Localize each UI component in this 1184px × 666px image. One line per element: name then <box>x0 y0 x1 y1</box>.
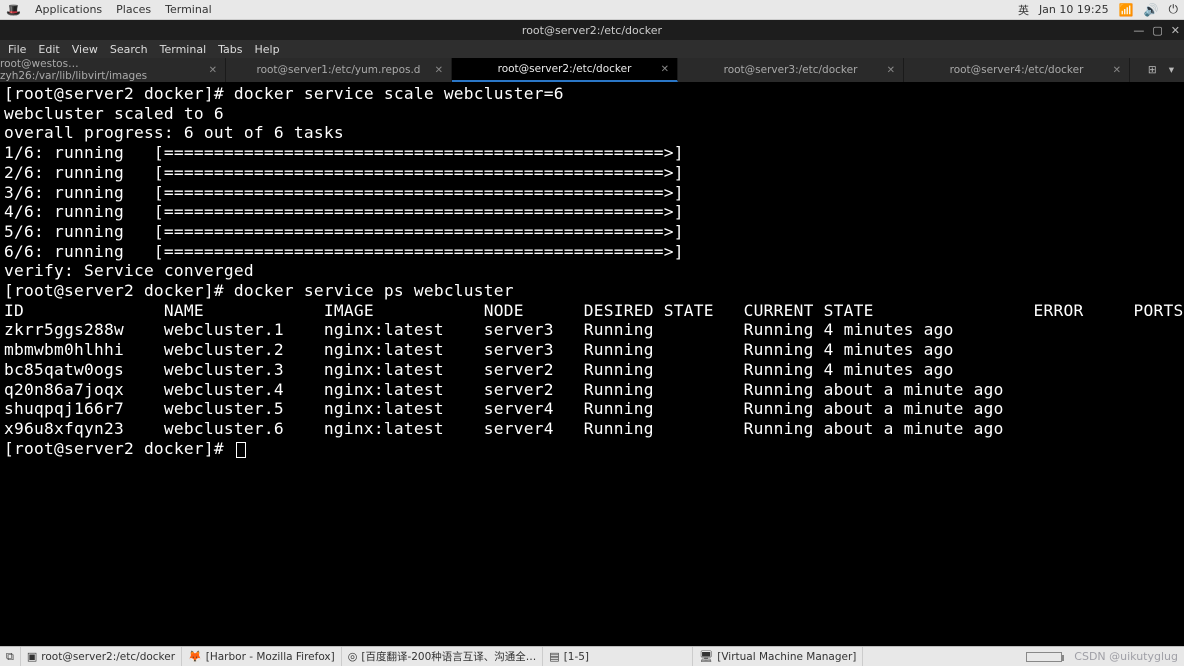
table-row: q20n86a7joqx webcluster.4 nginx:latest s… <box>4 380 1004 399</box>
output-line: 6/6: running [==========================… <box>4 242 694 261</box>
activities-icon[interactable]: 🎩 <box>6 3 21 17</box>
command: docker service ps webcluster <box>234 281 514 300</box>
close-icon[interactable]: ✕ <box>661 64 669 75</box>
desktop-icon: ⧉ <box>6 650 14 664</box>
close-icon[interactable]: ✕ <box>435 65 443 76</box>
terminal-icon: ▣ <box>27 650 37 663</box>
task-label: [Virtual Machine Manager] <box>717 651 856 663</box>
task-terminal[interactable]: ▣ root@server2:/etc/docker <box>21 647 182 666</box>
task-label: [百度翻译-200种语言互译、沟通全… <box>361 649 536 664</box>
menu-file[interactable]: File <box>8 43 26 56</box>
table-row: shuqpqj166r7 webcluster.5 nginx:latest s… <box>4 399 1004 418</box>
output-line: 1/6: running [==========================… <box>4 143 694 162</box>
tab-westos[interactable]: root@westos…zyh26:/var/lib/libvirt/image… <box>0 58 226 82</box>
task-label: [Harbor - Mozilla Firefox] <box>206 651 335 663</box>
tab-menu-icon[interactable]: ▾ <box>1169 64 1174 76</box>
table-header: ID NAME IMAGE NODE DESIRED STATE CURRENT… <box>4 301 1184 320</box>
tab-server2[interactable]: root@server2:/etc/docker ✕ <box>452 58 678 82</box>
tab-server4[interactable]: root@server4:/etc/docker ✕ <box>904 58 1130 82</box>
gnome-top-bar: 🎩 Applications Places Terminal 英 Jan 10 … <box>0 0 1184 20</box>
output-line: 2/6: running [==========================… <box>4 163 694 182</box>
tab-label: root@server4:/etc/docker <box>950 64 1084 76</box>
close-icon[interactable]: ✕ <box>887 65 895 76</box>
table-row: zkrr5ggs288w webcluster.1 nginx:latest s… <box>4 320 954 339</box>
table-row: mbmwbm0hlhhi webcluster.2 nginx:latest s… <box>4 340 954 359</box>
input-method-indicator[interactable]: 英 <box>1018 2 1029 18</box>
menu-edit[interactable]: Edit <box>38 43 59 56</box>
menu-tabs[interactable]: Tabs <box>218 43 242 56</box>
gnome-taskbar: ⧉ ▣ root@server2:/etc/docker 🦊 [Harbor - M… <box>0 646 1184 666</box>
applications-menu[interactable]: Applications <box>35 3 102 16</box>
chrome-icon: ◎ <box>348 650 358 663</box>
prompt: [root@server2 docker]# <box>4 281 234 300</box>
watermark: CSDN @uikutyglug <box>1068 650 1184 663</box>
window-title: root@server2:/etc/docker <box>522 24 662 37</box>
task-document[interactable]: ▤ [1-5] <box>543 647 693 666</box>
output-line: 3/6: running [==========================… <box>4 183 694 202</box>
prompt: [root@server2 docker]# <box>4 84 234 103</box>
output-line: overall progress: 6 out of 6 tasks <box>4 123 344 142</box>
task-vmm[interactable]: 🖥 [Virtual Machine Manager] <box>693 647 863 666</box>
tab-server3[interactable]: root@server3:/etc/docker ✕ <box>678 58 904 82</box>
tab-label: root@westos…zyh26:/var/lib/libvirt/image… <box>0 58 225 82</box>
output-line: 4/6: running [==========================… <box>4 202 694 221</box>
close-icon[interactable]: ✕ <box>1113 65 1121 76</box>
places-menu[interactable]: Places <box>116 3 151 16</box>
terminal-tab-bar: root@westos…zyh26:/var/lib/libvirt/image… <box>0 58 1184 82</box>
show-desktop-button[interactable]: ⧉ <box>0 647 21 666</box>
firefox-icon: 🦊 <box>188 650 202 663</box>
command: docker service scale webcluster=6 <box>234 84 564 103</box>
power-icon[interactable]: ⏻ <box>1169 2 1179 17</box>
output-line: webcluster scaled to 6 <box>4 104 224 123</box>
task-firefox[interactable]: 🦊 [Harbor - Mozilla Firefox] <box>182 647 342 666</box>
clock[interactable]: Jan 10 19:25 <box>1039 3 1109 16</box>
menu-search[interactable]: Search <box>110 43 148 56</box>
volume-icon[interactable]: 🔊 <box>1144 3 1159 17</box>
prompt: [root@server2 docker]# <box>4 439 234 458</box>
cursor <box>236 442 246 458</box>
network-icon[interactable]: 📶 <box>1119 3 1134 17</box>
tab-label: root@server3:/etc/docker <box>724 64 858 76</box>
menu-terminal[interactable]: Terminal <box>160 43 207 56</box>
new-tab-icon[interactable]: ⊞ <box>1148 64 1157 76</box>
vmm-icon: 🖥 <box>699 650 713 663</box>
output-line: verify: Service converged <box>4 261 254 280</box>
task-label: [1-5] <box>564 651 589 663</box>
maximize-button[interactable]: ▢ <box>1152 24 1162 37</box>
close-button[interactable]: ✕ <box>1171 24 1180 37</box>
window-titlebar: root@server2:/etc/docker — ▢ ✕ <box>0 20 1184 40</box>
tab-server1[interactable]: root@server1:/etc/yum.repos.d ✕ <box>226 58 452 82</box>
tab-label: root@server2:/etc/docker <box>498 63 632 75</box>
table-row: bc85qatw0ogs webcluster.3 nginx:latest s… <box>4 360 954 379</box>
terminal-output[interactable]: [root@server2 docker]# docker service sc… <box>0 82 1184 644</box>
minimize-button[interactable]: — <box>1133 24 1144 37</box>
output-line: 5/6: running [==========================… <box>4 222 694 241</box>
task-label: root@server2:/etc/docker <box>41 651 175 663</box>
menu-view[interactable]: View <box>72 43 98 56</box>
terminal-menu-bar: File Edit View Search Terminal Tabs Help <box>0 40 1184 58</box>
document-icon: ▤ <box>549 650 559 663</box>
close-icon[interactable]: ✕ <box>209 65 217 76</box>
tab-label: root@server1:/etc/yum.repos.d <box>257 64 421 76</box>
table-row: x96u8xfqyn23 webcluster.6 nginx:latest s… <box>4 419 1004 438</box>
terminal-menu[interactable]: Terminal <box>165 3 212 16</box>
battery-icon <box>1026 652 1062 662</box>
task-chrome[interactable]: ◎[百度翻译-200种语言互译、沟通全… <box>342 647 544 666</box>
menu-help[interactable]: Help <box>255 43 280 56</box>
